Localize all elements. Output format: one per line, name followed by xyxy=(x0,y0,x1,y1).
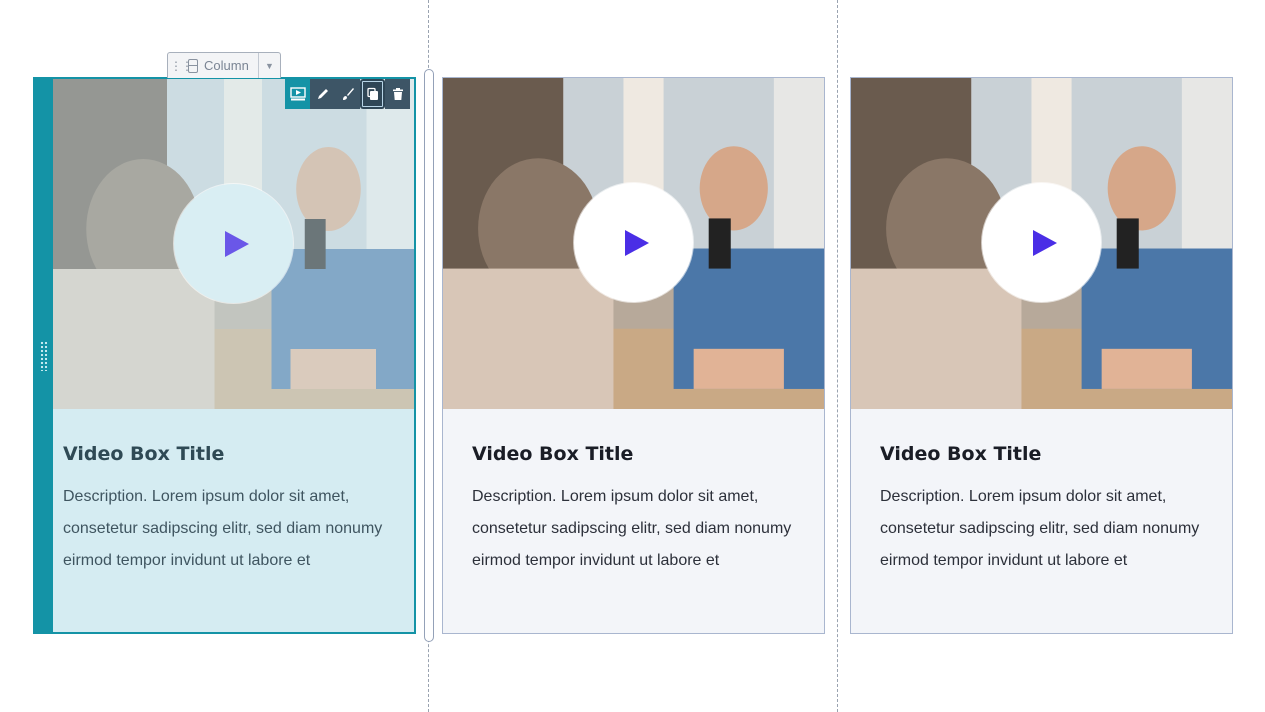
video-thumbnail[interactable] xyxy=(53,79,414,409)
play-icon xyxy=(1032,229,1057,256)
card-description: Description. Lorem ipsum dolor sit amet,… xyxy=(472,488,792,569)
video-thumbnail[interactable] xyxy=(443,78,824,409)
play-button[interactable] xyxy=(174,184,293,303)
video-box-widget-icon[interactable] xyxy=(285,79,310,109)
column-layout-icon xyxy=(188,58,198,73)
card-title: Video Box Title xyxy=(63,443,225,465)
play-button[interactable] xyxy=(574,183,693,302)
edit-pencil-icon[interactable] xyxy=(310,79,335,109)
duplicate-icon[interactable] xyxy=(360,79,385,109)
drag-handle-icon[interactable]: ⋮⋮ xyxy=(170,59,193,73)
play-button[interactable] xyxy=(982,183,1101,302)
card-description: Description. Lorem ipsum dolor sit amet,… xyxy=(63,488,383,569)
column-chip-label: Column xyxy=(204,58,249,73)
delete-trash-icon[interactable] xyxy=(385,79,410,109)
play-icon xyxy=(624,229,649,256)
card-title: Video Box Title xyxy=(880,443,1042,465)
card-body: Video Box Title Description. Lorem ipsum… xyxy=(851,409,1232,633)
video-box-card-1[interactable]: Video Box Title Description. Lorem ipsum… xyxy=(33,77,416,634)
column-selector-chip[interactable]: ⋮⋮ Column ▼ xyxy=(167,52,281,78)
style-brush-icon[interactable] xyxy=(335,79,360,109)
page-canvas: Video Box Title Description. Lorem ipsum… xyxy=(0,0,1265,712)
drag-handle-icon[interactable] xyxy=(40,341,48,371)
card-description: Description. Lorem ipsum dolor sit amet,… xyxy=(880,488,1200,569)
element-toolbar xyxy=(285,79,410,109)
card-body: Video Box Title Description. Lorem ipsum… xyxy=(443,409,824,633)
card-title: Video Box Title xyxy=(472,443,634,465)
column-guide-line xyxy=(837,0,838,712)
video-box-card-2[interactable]: Video Box Title Description. Lorem ipsum… xyxy=(442,77,825,634)
play-icon xyxy=(224,230,249,257)
card-body: Video Box Title Description. Lorem ipsum… xyxy=(53,409,414,632)
video-box-card-3[interactable]: Video Box Title Description. Lorem ipsum… xyxy=(850,77,1233,634)
chevron-down-icon[interactable]: ▼ xyxy=(258,53,280,78)
video-thumbnail[interactable] xyxy=(851,78,1232,409)
column-resize-handle[interactable] xyxy=(424,69,434,642)
